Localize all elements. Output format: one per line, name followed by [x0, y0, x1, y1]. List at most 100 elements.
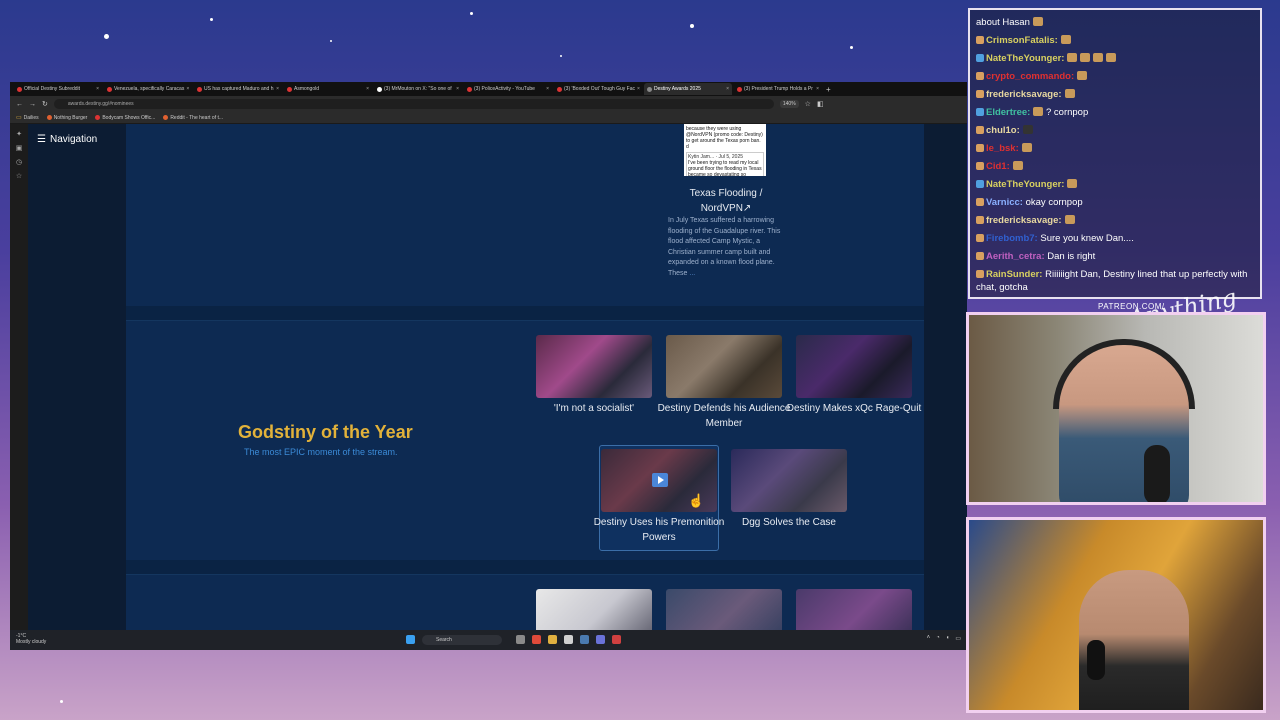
- browser-tab[interactable]: (3) PoliceActivity - YouTube ×: [464, 83, 552, 95]
- chat-message: chul1o:: [976, 122, 1254, 140]
- app-icon[interactable]: [564, 635, 573, 644]
- discord-icon[interactable]: [596, 635, 605, 644]
- back-icon[interactable]: ←: [16, 101, 23, 108]
- windows-start-icon[interactable]: [406, 635, 415, 644]
- emote-icon: [1080, 53, 1091, 62]
- close-tab-icon[interactable]: ×: [637, 86, 640, 92]
- chevron-up-icon[interactable]: ˄: [927, 635, 931, 642]
- file-explorer-icon[interactable]: [516, 635, 525, 644]
- tab-bar: Official Destiny Subreddit × Venezuela, s…: [10, 82, 967, 96]
- nominee-thumbnail[interactable]: [666, 589, 782, 630]
- star: [850, 46, 853, 49]
- volume-icon[interactable]: ◖: [946, 635, 950, 642]
- nominee-thumbnail[interactable]: [536, 589, 652, 630]
- site-favicon-icon: [287, 86, 292, 92]
- bookmark-item[interactable]: Nothing Burger: [46, 115, 87, 121]
- reload-icon[interactable]: ↻: [42, 100, 48, 108]
- close-tab-icon[interactable]: ×: [186, 86, 189, 92]
- category-section: Godstiny of the Year The most EPIC momen…: [126, 320, 924, 560]
- badge-icon: [976, 216, 984, 224]
- badge-icon: [976, 108, 984, 116]
- chat-message: le_bsk:: [976, 140, 1254, 158]
- emote-icon: [1067, 53, 1078, 62]
- badge-icon: [976, 234, 984, 242]
- nominee-label[interactable]: Destiny Defends his Audience Member: [654, 401, 794, 431]
- emote-icon: [1033, 107, 1044, 116]
- site-favicon-icon: [197, 86, 202, 92]
- browser-tab[interactable]: US has captured Maduro and h ×: [194, 83, 282, 95]
- star: [690, 24, 694, 28]
- nominee-thumbnail[interactable]: [536, 335, 652, 398]
- nominee-label[interactable]: 'I'm not a socialist': [524, 401, 664, 416]
- bookmark-folder[interactable]: ▭ Dailies: [16, 114, 39, 122]
- bookmark-item[interactable]: Bodycam Shows Offic...: [95, 115, 155, 121]
- browser-tab[interactable]: (3) 'Boxded Out' Tough Guy Fac ×: [554, 83, 642, 95]
- browser-tab-active[interactable]: Destiny Awards 2025 ×: [644, 83, 732, 95]
- play-icon[interactable]: [652, 473, 668, 487]
- browser-tab[interactable]: Official Destiny Subreddit ×: [14, 83, 102, 95]
- x-favicon-icon: [377, 86, 382, 92]
- youtube-favicon-icon: [467, 86, 472, 92]
- read-more-link[interactable]: ...: [689, 270, 695, 277]
- close-tab-icon[interactable]: ×: [726, 86, 729, 92]
- bag-icon[interactable]: ▣: [16, 144, 23, 152]
- texas-flooding-thumbnail[interactable]: because they were using @NordVPN (promo …: [684, 124, 766, 176]
- close-tab-icon[interactable]: ×: [96, 86, 99, 92]
- browser-tab[interactable]: Asmongold ×: [284, 83, 372, 95]
- extensions-icon[interactable]: ◧: [817, 100, 824, 108]
- chat-message: Cid1:: [976, 158, 1254, 176]
- close-tab-icon[interactable]: ×: [366, 86, 369, 92]
- forward-icon[interactable]: →: [29, 101, 36, 108]
- star: [470, 12, 473, 15]
- steam-icon[interactable]: [580, 635, 589, 644]
- close-tab-icon[interactable]: ×: [456, 86, 459, 92]
- browser-tab[interactable]: Venezuela, specifically Caracas ×: [104, 83, 192, 95]
- emote-icon: [1077, 71, 1088, 80]
- close-tab-icon[interactable]: ×: [546, 86, 549, 92]
- badge-icon: [976, 162, 984, 170]
- chat-message: Aerith_cetra: Dan is right: [976, 248, 1254, 266]
- emote-icon: [1067, 179, 1078, 188]
- chat-message: NateTheYounger:: [976, 176, 1254, 194]
- star: [210, 18, 213, 21]
- browser-icon[interactable]: [532, 635, 541, 644]
- favorites-icon[interactable]: ☆: [16, 172, 22, 180]
- bookmark-item[interactable]: Reddit - The heart of t...: [163, 115, 223, 121]
- obs-icon[interactable]: [612, 635, 621, 644]
- pin-icon[interactable]: ✦: [16, 130, 22, 138]
- close-tab-icon[interactable]: ×: [276, 86, 279, 92]
- browser-tab[interactable]: (3) President Trump Holds a Pr ×: [734, 83, 822, 95]
- new-tab-icon[interactable]: +: [826, 85, 831, 94]
- texas-flooding-title[interactable]: Texas Flooding / NordVPN↗: [671, 186, 781, 216]
- nominee-thumbnail[interactable]: [796, 589, 912, 630]
- nominee-thumbnail[interactable]: [796, 335, 912, 398]
- badge-icon: [976, 180, 984, 188]
- previous-category-section: because they were using @NordVPN (promo …: [126, 124, 924, 306]
- history-icon[interactable]: ◷: [16, 158, 22, 166]
- chat-message: about Hasan: [976, 14, 1254, 32]
- emote-icon: [1064, 215, 1075, 224]
- navigation-toggle[interactable]: ☰ Navigation: [37, 134, 97, 145]
- folder-icon[interactable]: [548, 635, 557, 644]
- weather-widget[interactable]: -1°C Mostly cloudy: [16, 633, 46, 645]
- youtube-favicon-icon: [95, 115, 101, 120]
- web-page: ☰ Navigation because they were using @No…: [28, 124, 967, 630]
- nominee-label[interactable]: Destiny Makes xQc Rage-Quit: [784, 401, 924, 416]
- webcam-guest: [966, 517, 1266, 713]
- address-bar: ← → ↻ awards.destiny.gg/#nominees 140% ☆…: [10, 96, 967, 112]
- taskbar: -1°C Mostly cloudy Search ˄ ◔ ◖ ▭: [10, 630, 967, 650]
- nominee-label[interactable]: Destiny Uses his Premonition Powers: [589, 515, 729, 545]
- taskbar-search[interactable]: Search: [422, 635, 502, 645]
- url-field[interactable]: awards.destiny.gg/#nominees: [53, 99, 774, 109]
- bookmark-star-icon[interactable]: ☆: [805, 100, 811, 108]
- network-icon[interactable]: ◔: [936, 635, 940, 642]
- battery-icon[interactable]: ▭: [955, 635, 961, 642]
- stream-chat: about Hasan CrimsonFatalis: NateTheYoung…: [968, 8, 1262, 299]
- close-tab-icon[interactable]: ×: [816, 86, 819, 92]
- nominee-label[interactable]: Dgg Solves the Case: [719, 515, 859, 530]
- site-favicon-icon: [46, 115, 52, 120]
- browser-tab[interactable]: (3) MrMouton on X: "So one of ×: [374, 83, 462, 95]
- nominee-thumbnail[interactable]: [666, 335, 782, 398]
- zoom-indicator[interactable]: 140%: [779, 100, 799, 108]
- nominee-thumbnail[interactable]: [731, 449, 847, 512]
